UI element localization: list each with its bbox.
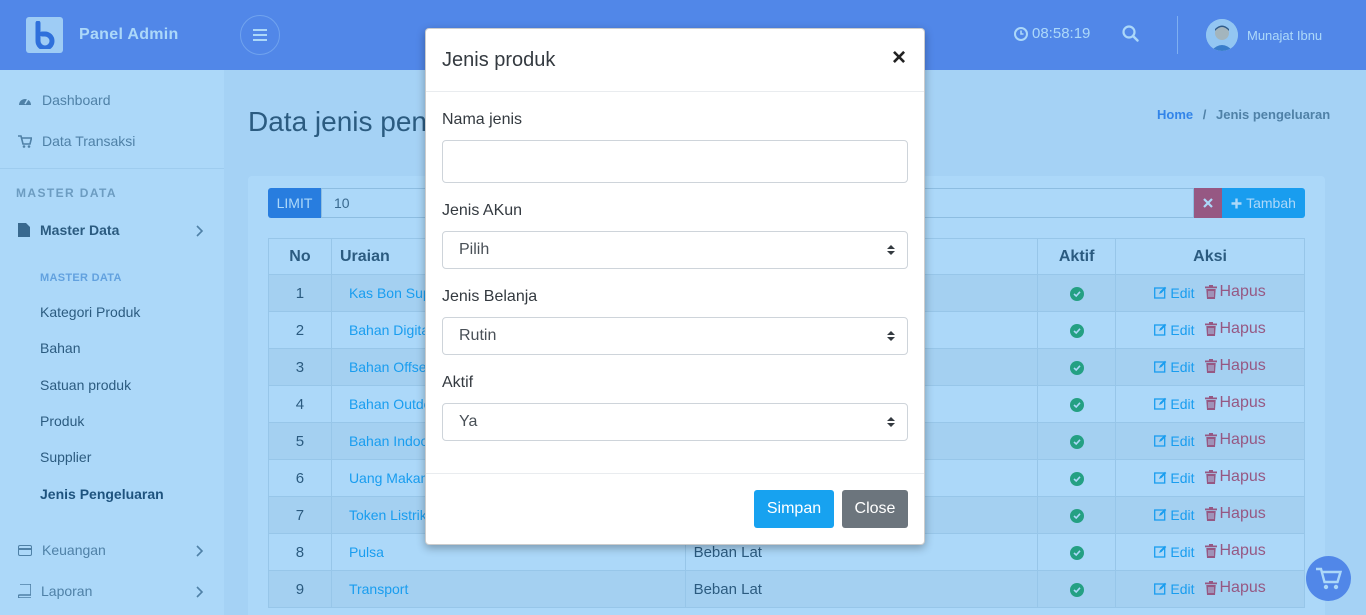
jenis-akun-select[interactable]: Pilih <box>442 231 908 269</box>
nama-jenis-label: Nama jenis <box>442 111 523 128</box>
close-button[interactable]: Close <box>842 490 908 528</box>
modal-header-divider <box>426 91 924 92</box>
jenis-belanja-value: Rutin <box>459 327 497 344</box>
select-arrows-icon <box>887 417 895 427</box>
nama-jenis-input[interactable] <box>442 140 908 183</box>
modal-title: Jenis produk <box>442 49 556 71</box>
jenis-belanja-select[interactable]: Rutin <box>442 317 908 355</box>
aktif-label: Aktif <box>442 374 474 391</box>
save-button[interactable]: Simpan <box>754 490 834 528</box>
select-arrows-icon <box>887 331 895 341</box>
modal-footer-divider <box>426 473 924 474</box>
modal-close-icon[interactable]: × <box>892 46 906 70</box>
aktif-select[interactable]: Ya <box>442 403 908 441</box>
jenis-belanja-label: Jenis Belanja <box>442 288 538 305</box>
jenis-akun-label: Jenis AKun <box>442 202 523 219</box>
select-arrows-icon <box>887 245 895 255</box>
product-type-modal: Jenis produk × Nama jenis Jenis AKun Pil… <box>425 28 925 545</box>
jenis-akun-value: Pilih <box>459 241 490 258</box>
aktif-value: Ya <box>459 413 478 430</box>
